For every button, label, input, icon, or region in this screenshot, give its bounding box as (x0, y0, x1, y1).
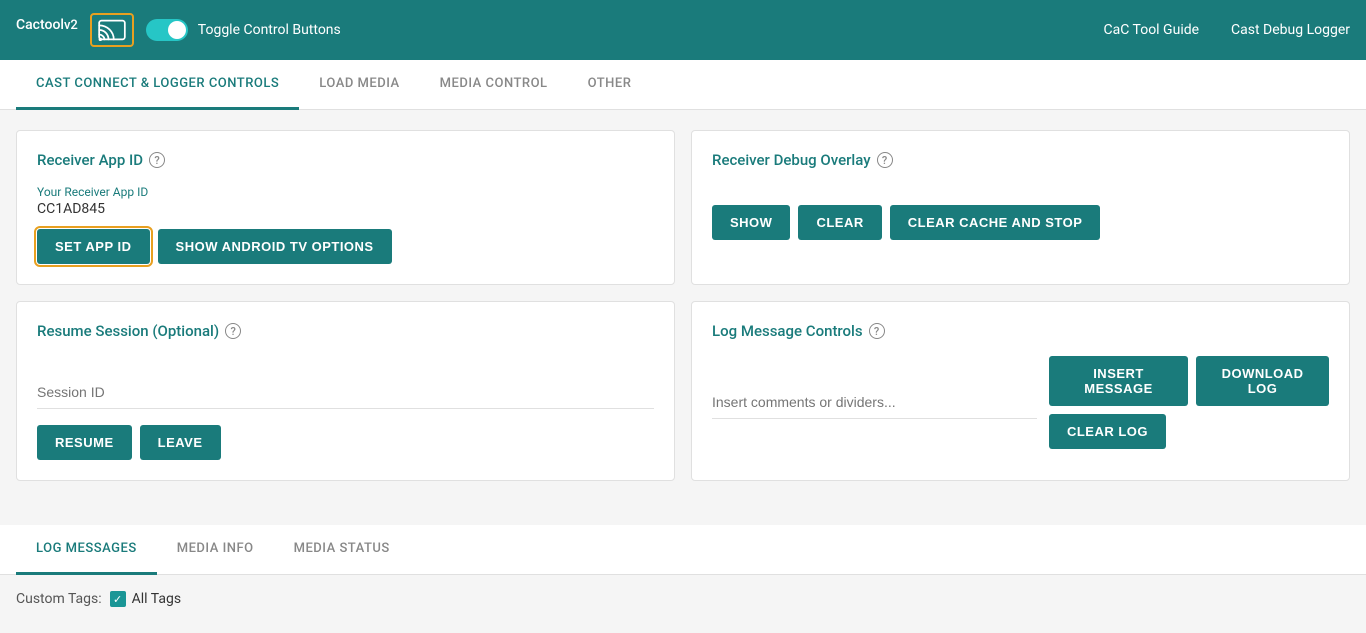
main-content: Receiver App ID ? Your Receiver App ID C… (0, 110, 1366, 517)
clear-log-button[interactable]: CLEAR LOG (1049, 414, 1166, 449)
resume-session-help-icon[interactable]: ? (225, 323, 241, 339)
toggle-section: Toggle Control Buttons (146, 19, 341, 41)
receiver-debug-card: Receiver Debug Overlay ? SHOW CLEAR CLEA… (691, 130, 1350, 285)
all-tags-checkbox[interactable] (110, 591, 126, 607)
resume-session-btn-row: RESUME LEAVE (37, 425, 654, 460)
bottom-cards-row: Resume Session (Optional) ? RESUME LEAVE… (16, 301, 1350, 481)
main-tabs: CAST CONNECT & LOGGER CONTROLS LOAD MEDI… (0, 60, 1366, 110)
insert-message-button[interactable]: INSERT MESSAGE (1049, 356, 1188, 406)
receiver-debug-title: Receiver Debug Overlay ? (712, 151, 1329, 169)
receiver-debug-btn-row: SHOW CLEAR CLEAR CACHE AND STOP (712, 205, 1329, 240)
receiver-debug-label: Receiver Debug Overlay (712, 151, 871, 169)
tab-other[interactable]: OTHER (568, 60, 652, 110)
download-log-button[interactable]: DOWNLOAD LOG (1196, 356, 1329, 406)
set-app-id-button[interactable]: SET APP ID (37, 229, 150, 264)
receiver-app-id-help-icon[interactable]: ? (149, 152, 165, 168)
show-button[interactable]: SHOW (712, 205, 790, 240)
cac-tool-guide-link[interactable]: CaC Tool Guide (1104, 22, 1200, 38)
header-right: CaC Tool Guide Cast Debug Logger (1104, 22, 1351, 38)
toggle-switch[interactable] (146, 19, 188, 41)
logo-version: v2 (64, 18, 78, 33)
tab-media-status[interactable]: MEDIA STATUS (274, 525, 410, 575)
resume-button[interactable]: RESUME (37, 425, 132, 460)
receiver-app-input-value: CC1AD845 (37, 201, 654, 217)
clear-cache-stop-button[interactable]: CLEAR CACHE AND STOP (890, 205, 1101, 240)
app-header: Cactoolv2 Toggle Control Buttons CaC Too… (0, 0, 1366, 60)
leave-button[interactable]: LEAVE (140, 425, 221, 460)
top-cards-row: Receiver App ID ? Your Receiver App ID C… (16, 130, 1350, 285)
log-message-title: Log Message Controls ? (712, 322, 1329, 340)
receiver-debug-help-icon[interactable]: ? (877, 152, 893, 168)
tab-load-media[interactable]: LOAD MEDIA (299, 60, 419, 110)
tab-media-info[interactable]: MEDIA INFO (157, 525, 274, 575)
session-id-input[interactable] (37, 376, 654, 409)
receiver-app-input-label: Your Receiver App ID (37, 185, 654, 199)
receiver-app-id-card: Receiver App ID ? Your Receiver App ID C… (16, 130, 675, 285)
tab-log-messages[interactable]: LOG MESSAGES (16, 525, 157, 575)
tab-media-control[interactable]: MEDIA CONTROL (420, 60, 568, 110)
log-message-label: Log Message Controls (712, 322, 863, 340)
log-top-btns: INSERT MESSAGE DOWNLOAD LOG (1049, 356, 1329, 406)
all-tags-label: All Tags (132, 591, 181, 607)
resume-session-title: Resume Session (Optional) ? (37, 322, 654, 340)
toggle-label: Toggle Control Buttons (198, 22, 341, 38)
cast-debug-logger-link[interactable]: Cast Debug Logger (1231, 22, 1350, 38)
receiver-app-btn-row: SET APP ID SHOW ANDROID TV OPTIONS (37, 229, 654, 264)
cast-icon-wrapper[interactable] (90, 13, 134, 47)
resume-session-label: Resume Session (Optional) (37, 322, 219, 340)
receiver-app-id-label: Receiver App ID (37, 151, 143, 169)
show-android-tv-button[interactable]: SHOW ANDROID TV OPTIONS (158, 229, 392, 264)
all-tags-checkbox-wrapper[interactable]: All Tags (110, 591, 181, 607)
resume-session-card: Resume Session (Optional) ? RESUME LEAVE (16, 301, 675, 481)
clear-button[interactable]: CLEAR (798, 205, 881, 240)
log-message-row: INSERT MESSAGE DOWNLOAD LOG CLEAR LOG (712, 356, 1329, 449)
header-left: Cactoolv2 Toggle Control Buttons (16, 13, 341, 47)
log-buttons-group: INSERT MESSAGE DOWNLOAD LOG CLEAR LOG (1049, 356, 1329, 449)
cast-icon (98, 19, 126, 41)
custom-tags-label: Custom Tags: (16, 591, 102, 607)
logo-text: Cactoolv2 (16, 17, 78, 43)
bottom-tabs: LOG MESSAGES MEDIA INFO MEDIA STATUS (0, 525, 1366, 575)
log-message-card: Log Message Controls ? INSERT MESSAGE DO… (691, 301, 1350, 481)
logo-name: Cactool (16, 17, 64, 33)
tab-cast-connect[interactable]: CAST CONNECT & LOGGER CONTROLS (16, 60, 299, 110)
log-message-help-icon[interactable]: ? (869, 323, 885, 339)
custom-tags-row: Custom Tags: All Tags (0, 575, 1366, 607)
receiver-app-id-title: Receiver App ID ? (37, 151, 654, 169)
log-comment-input[interactable] (712, 386, 1037, 419)
